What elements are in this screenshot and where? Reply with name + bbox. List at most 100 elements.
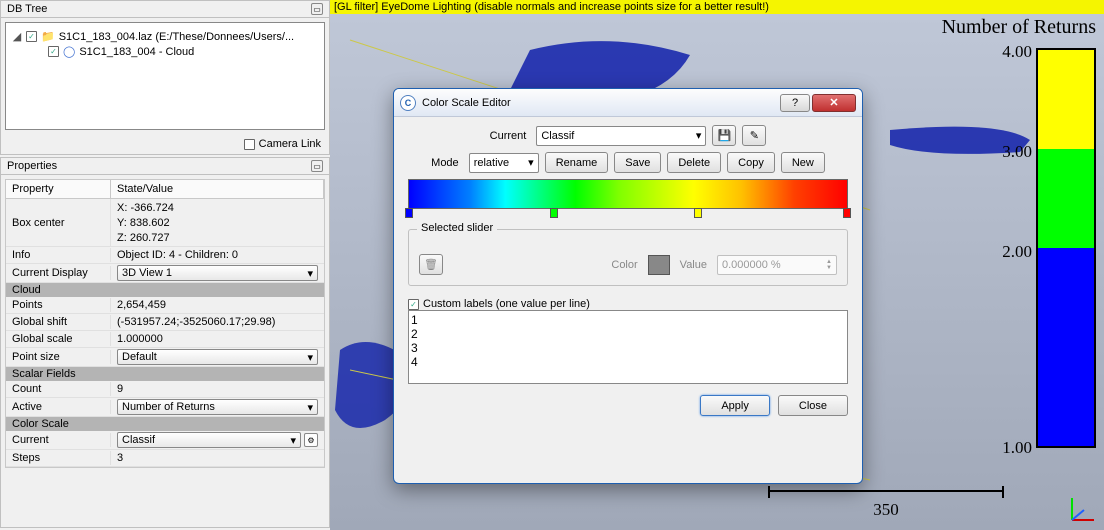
custom-labels-checkbox[interactable]: ✓ — [408, 299, 419, 310]
slider-0[interactable] — [404, 208, 414, 222]
boxcenter-key: Box center — [6, 199, 111, 246]
chevron-down-icon: ▾ — [696, 129, 702, 142]
cloud-checkbox[interactable]: ✓ — [48, 46, 59, 57]
tree-file-row[interactable]: ◢ ✓ 📁 S1C1_183_004.laz (E:/These/Donnees… — [12, 29, 318, 44]
db-tree[interactable]: ◢ ✓ 📁 S1C1_183_004.laz (E:/These/Donnees… — [5, 22, 325, 130]
row-active: Active Number of Returns▾ — [6, 398, 324, 417]
camera-link-label: Camera Link — [259, 138, 321, 150]
slider-color-swatch[interactable] — [648, 255, 670, 275]
section-cloud: Cloud — [6, 283, 324, 297]
chevron-down-icon: ▾ — [307, 401, 313, 414]
apply-button[interactable]: Apply — [700, 395, 770, 416]
properties-header[interactable]: Properties ▭ — [1, 158, 329, 175]
colorbar-label-1: 1.00 — [1002, 438, 1032, 458]
section-scalar-fields: Scalar Fields — [6, 367, 324, 381]
dialog-title: Color Scale Editor — [422, 97, 511, 109]
help-button[interactable]: ? — [780, 94, 810, 112]
color-scale-bar — [1036, 48, 1096, 448]
row-cs-steps: Steps 3 — [6, 450, 324, 467]
color-label: Color — [611, 259, 637, 271]
current-scale-select[interactable]: Classif▾ — [536, 126, 706, 146]
properties-table: Property State/Value Box center X: -366.… — [5, 179, 325, 468]
spinner-icons: ▲▼ — [826, 259, 832, 271]
colorbar-seg-2 — [1038, 248, 1094, 347]
properties-header-row: Property State/Value — [6, 180, 324, 199]
current-row: Current Classif▾ 💾 ✎ — [408, 125, 848, 146]
undock-icon[interactable]: ▭ — [311, 160, 323, 172]
selected-slider-group: Selected slider 🗑 Color Value 0.000000 %… — [408, 229, 848, 286]
steps-val: 3 — [111, 451, 324, 465]
active-sf-select[interactable]: Number of Returns▾ — [117, 399, 318, 415]
dialog-footer: Apply Close — [408, 395, 848, 416]
hdr-property: Property — [6, 180, 111, 198]
boxcenter-x: X: -366.724 — [117, 202, 174, 214]
app-logo-icon: C — [400, 95, 416, 111]
tree-cloud-row[interactable]: ✓ ◯ S1C1_183_004 - Cloud — [12, 44, 318, 59]
colorbar-label-2: 2.00 — [1002, 242, 1032, 262]
save-button[interactable]: Save — [614, 152, 661, 173]
row-count: Count 9 — [6, 381, 324, 398]
delete-slider-button[interactable]: 🗑 — [419, 254, 443, 275]
camera-link-row: ✓ Camera Link — [1, 134, 329, 154]
scale-ruler: 350 — [768, 490, 1004, 518]
row-box-center: Box center X: -366.724 Y: 838.602 Z: 260… — [6, 199, 324, 247]
camera-link-checkbox[interactable]: ✓ — [244, 139, 255, 150]
rename-button[interactable]: Rename — [545, 152, 609, 173]
curdisp-key: Current Display — [6, 266, 111, 280]
gl-filter-bar: [GL filter] EyeDome Lighting (disable no… — [330, 0, 1104, 14]
slider-3[interactable] — [842, 208, 852, 222]
row-info: Info Object ID: 4 - Children: 0 — [6, 247, 324, 264]
axis-gizmo-icon — [1068, 494, 1098, 524]
edit-scale-button[interactable]: ✎ — [742, 125, 766, 146]
colorbar-label-3: 3.00 — [1002, 142, 1032, 162]
slider-value-spin[interactable]: 0.000000 % ▲▼ — [717, 255, 837, 275]
collapse-icon[interactable]: ◢ — [12, 32, 22, 42]
custom-labels-row: ✓ Custom labels (one value per line) — [408, 298, 848, 310]
count-val: 9 — [111, 382, 324, 396]
delete-button[interactable]: Delete — [667, 152, 721, 173]
dialog-titlebar[interactable]: C Color Scale Editor ? ✕ — [394, 89, 862, 117]
copy-button[interactable]: Copy — [727, 152, 775, 173]
close-button[interactable]: Close — [778, 395, 848, 416]
mode-label: Mode — [431, 157, 463, 169]
color-scale-editor-button[interactable]: ⚙ — [304, 433, 318, 447]
slider-1[interactable] — [549, 208, 559, 222]
cloud-name: S1C1_183_004 - Cloud — [79, 46, 194, 58]
db-tree-header[interactable]: DB Tree ▭ — [1, 1, 329, 18]
scalar-field-title: Number of Returns — [942, 16, 1096, 39]
chevron-down-icon: ▾ — [307, 351, 313, 364]
scale-value: 350 — [768, 500, 1004, 520]
colorbar-seg-1 — [1038, 347, 1094, 446]
new-button[interactable]: New — [781, 152, 825, 173]
slider-2[interactable] — [693, 208, 703, 222]
custom-labels-textarea[interactable] — [408, 310, 848, 384]
selected-slider-legend: Selected slider — [417, 222, 497, 234]
colorbar-seg-3 — [1038, 149, 1094, 248]
info-key: Info — [6, 248, 111, 262]
color-scale-editor-dialog: C Color Scale Editor ? ✕ Current Classif… — [393, 88, 863, 484]
row-current-display: Current Display 3D View 1▾ — [6, 264, 324, 283]
close-window-button[interactable]: ✕ — [812, 94, 856, 112]
db-tree-title: DB Tree — [7, 3, 47, 15]
folder-icon: 📁 — [41, 30, 55, 43]
color-scale-select[interactable]: Classif▾ — [117, 432, 301, 448]
mode-select[interactable]: relative▾ — [469, 153, 539, 173]
left-panel: DB Tree ▭ ◢ ✓ 📁 S1C1_183_004.laz (E:/The… — [0, 0, 330, 530]
boxcenter-y: Y: 838.602 — [117, 217, 170, 229]
info-val: Object ID: 4 - Children: 0 — [111, 248, 324, 262]
row-point-size: Point size Default▾ — [6, 348, 324, 367]
cloud-icon: ◯ — [63, 45, 75, 58]
chevron-down-icon: ▾ — [307, 267, 313, 280]
point-size-select[interactable]: Default▾ — [117, 349, 318, 365]
row-global-scale: Global scale 1.000000 — [6, 331, 324, 348]
gshift-val: (-531957.24;-3525060.17;29.98) — [111, 315, 324, 329]
colorbar-seg-4 — [1038, 50, 1094, 149]
file-checkbox[interactable]: ✓ — [26, 31, 37, 42]
mode-row: Mode relative▾ Rename Save Delete Copy N… — [408, 152, 848, 173]
current-display-select[interactable]: 3D View 1▾ — [117, 265, 318, 281]
save-to-disk-button[interactable]: 💾 — [712, 125, 736, 146]
undock-icon[interactable]: ▭ — [311, 3, 323, 15]
hdr-value: State/Value — [111, 180, 324, 198]
section-color-scale: Color Scale — [6, 417, 324, 431]
gradient-editor[interactable] — [408, 179, 848, 209]
